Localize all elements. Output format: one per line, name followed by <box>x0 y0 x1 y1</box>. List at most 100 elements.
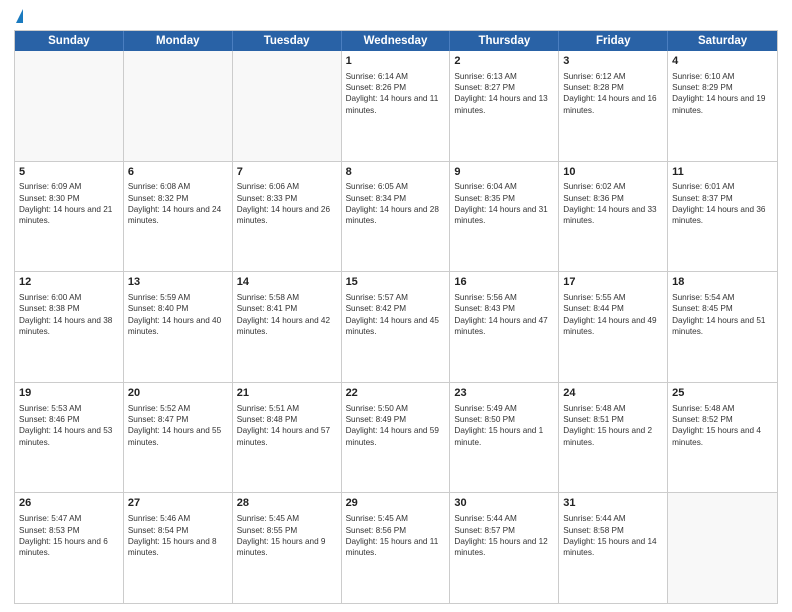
day-info: Sunrise: 5:55 AMSunset: 8:44 PMDaylight:… <box>563 292 663 337</box>
day-number: 12 <box>19 275 119 290</box>
day-number: 29 <box>346 496 446 511</box>
calendar-body: 1 Sunrise: 6:14 AMSunset: 8:26 PMDaylight… <box>15 51 777 603</box>
day-info: Sunrise: 6:02 AMSunset: 8:36 PMDaylight:… <box>563 181 663 226</box>
table-row: 18 Sunrise: 5:54 AMSunset: 8:45 PMDayligh… <box>668 272 777 382</box>
day-info: Sunrise: 6:14 AMSunset: 8:26 PMDaylight:… <box>346 71 446 116</box>
day-number: 1 <box>346 54 446 69</box>
table-row: 15 Sunrise: 5:57 AMSunset: 8:42 PMDayligh… <box>342 272 451 382</box>
table-row: 17 Sunrise: 5:55 AMSunset: 8:44 PMDayligh… <box>559 272 668 382</box>
table-row: 22 Sunrise: 5:50 AMSunset: 8:49 PMDayligh… <box>342 383 451 493</box>
day-number: 21 <box>237 386 337 401</box>
day-info: Sunrise: 5:57 AMSunset: 8:42 PMDaylight:… <box>346 292 446 337</box>
table-row: 23 Sunrise: 5:49 AMSunset: 8:50 PMDayligh… <box>450 383 559 493</box>
table-row: 9Sunrise: 6:04 AMSunset: 8:35 PMDaylight… <box>450 162 559 272</box>
calendar-header: Sunday Monday Tuesday Wednesday Thursday… <box>15 31 777 51</box>
table-row: 8Sunrise: 6:05 AMSunset: 8:34 PMDaylight… <box>342 162 451 272</box>
table-row: 25 Sunrise: 5:48 AMSunset: 8:52 PMDayligh… <box>668 383 777 493</box>
day-info: Sunrise: 5:51 AMSunset: 8:48 PMDaylight:… <box>237 403 337 448</box>
table-row <box>124 51 233 161</box>
table-row: 28 Sunrise: 5:45 AMSunset: 8:55 PMDayligh… <box>233 493 342 603</box>
day-number: 25 <box>672 386 773 401</box>
table-row: 31Sunrise: 5:44 AMSunset: 8:58 PMDayligh… <box>559 493 668 603</box>
calendar: Sunday Monday Tuesday Wednesday Thursday… <box>14 30 778 604</box>
week-row-0: 1 Sunrise: 6:14 AMSunset: 8:26 PMDaylight… <box>15 51 777 162</box>
day-number: 8 <box>346 165 446 180</box>
header <box>14 10 778 22</box>
day-info: Sunrise: 5:56 AMSunset: 8:43 PMDaylight:… <box>454 292 554 337</box>
day-number: 4 <box>672 54 773 69</box>
day-info: Sunrise: 5:45 AMSunset: 8:56 PMDaylight:… <box>346 513 446 558</box>
table-row <box>668 493 777 603</box>
day-info: Sunrise: 5:44 AMSunset: 8:57 PMDaylight:… <box>454 513 554 558</box>
day-number: 3 <box>563 54 663 69</box>
day-number: 7 <box>237 165 337 180</box>
table-row: 11Sunrise: 6:01 AMSunset: 8:37 PMDayligh… <box>668 162 777 272</box>
table-row: 5Sunrise: 6:09 AMSunset: 8:30 PMDaylight… <box>15 162 124 272</box>
day-number: 18 <box>672 275 773 290</box>
table-row: 1 Sunrise: 6:14 AMSunset: 8:26 PMDaylight… <box>342 51 451 161</box>
day-info: Sunrise: 6:09 AMSunset: 8:30 PMDaylight:… <box>19 181 119 226</box>
header-sunday: Sunday <box>15 31 124 51</box>
day-number: 23 <box>454 386 554 401</box>
day-number: 17 <box>563 275 663 290</box>
table-row: 19 Sunrise: 5:53 AMSunset: 8:46 PMDayligh… <box>15 383 124 493</box>
day-info: Sunrise: 6:10 AMSunset: 8:29 PMDaylight:… <box>672 71 773 116</box>
day-number: 6 <box>128 165 228 180</box>
day-number: 24 <box>563 386 663 401</box>
page: Sunday Monday Tuesday Wednesday Thursday… <box>0 0 792 612</box>
day-info: Sunrise: 5:54 AMSunset: 8:45 PMDaylight:… <box>672 292 773 337</box>
day-info: Sunrise: 6:13 AMSunset: 8:27 PMDaylight:… <box>454 71 554 116</box>
day-info: Sunrise: 5:52 AMSunset: 8:47 PMDaylight:… <box>128 403 228 448</box>
table-row <box>233 51 342 161</box>
day-number: 13 <box>128 275 228 290</box>
table-row: 13Sunrise: 5:59 AMSunset: 8:40 PMDayligh… <box>124 272 233 382</box>
day-number: 28 <box>237 496 337 511</box>
day-info: Sunrise: 6:04 AMSunset: 8:35 PMDaylight:… <box>454 181 554 226</box>
day-number: 19 <box>19 386 119 401</box>
table-row: 27 Sunrise: 5:46 AMSunset: 8:54 PMDayligh… <box>124 493 233 603</box>
day-number: 5 <box>19 165 119 180</box>
day-number: 26 <box>19 496 119 511</box>
header-wednesday: Wednesday <box>342 31 451 51</box>
day-info: Sunrise: 5:47 AMSunset: 8:53 PMDaylight:… <box>19 513 119 558</box>
table-row: 6Sunrise: 6:08 AMSunset: 8:32 PMDaylight… <box>124 162 233 272</box>
header-monday: Monday <box>124 31 233 51</box>
table-row <box>15 51 124 161</box>
table-row: 10Sunrise: 6:02 AMSunset: 8:36 PMDayligh… <box>559 162 668 272</box>
day-info: Sunrise: 5:46 AMSunset: 8:54 PMDaylight:… <box>128 513 228 558</box>
table-row: 12 Sunrise: 6:00 AMSunset: 8:38 PMDayligh… <box>15 272 124 382</box>
day-info: Sunrise: 6:00 AMSunset: 8:38 PMDaylight:… <box>19 292 119 337</box>
day-number: 9 <box>454 165 554 180</box>
day-number: 15 <box>346 275 446 290</box>
day-number: 27 <box>128 496 228 511</box>
day-number: 30 <box>454 496 554 511</box>
day-info: Sunrise: 5:50 AMSunset: 8:49 PMDaylight:… <box>346 403 446 448</box>
day-info: Sunrise: 5:49 AMSunset: 8:50 PMDaylight:… <box>454 403 554 448</box>
week-row-3: 19 Sunrise: 5:53 AMSunset: 8:46 PMDayligh… <box>15 383 777 494</box>
week-row-4: 26 Sunrise: 5:47 AMSunset: 8:53 PMDayligh… <box>15 493 777 603</box>
table-row: 30 Sunrise: 5:44 AMSunset: 8:57 PMDayligh… <box>450 493 559 603</box>
table-row: 7Sunrise: 6:06 AMSunset: 8:33 PMDaylight… <box>233 162 342 272</box>
header-thursday: Thursday <box>450 31 559 51</box>
logo-icon <box>16 9 23 23</box>
logo <box>14 10 23 22</box>
table-row: 26 Sunrise: 5:47 AMSunset: 8:53 PMDayligh… <box>15 493 124 603</box>
day-info: Sunrise: 5:45 AMSunset: 8:55 PMDaylight:… <box>237 513 337 558</box>
header-friday: Friday <box>559 31 668 51</box>
day-number: 22 <box>346 386 446 401</box>
day-number: 20 <box>128 386 228 401</box>
day-info: Sunrise: 5:48 AMSunset: 8:52 PMDaylight:… <box>672 403 773 448</box>
day-number: 16 <box>454 275 554 290</box>
table-row: 21 Sunrise: 5:51 AMSunset: 8:48 PMDayligh… <box>233 383 342 493</box>
table-row: 16 Sunrise: 5:56 AMSunset: 8:43 PMDayligh… <box>450 272 559 382</box>
day-info: Sunrise: 6:06 AMSunset: 8:33 PMDaylight:… <box>237 181 337 226</box>
day-info: Sunrise: 5:53 AMSunset: 8:46 PMDaylight:… <box>19 403 119 448</box>
week-row-1: 5Sunrise: 6:09 AMSunset: 8:30 PMDaylight… <box>15 162 777 273</box>
day-info: Sunrise: 6:01 AMSunset: 8:37 PMDaylight:… <box>672 181 773 226</box>
day-number: 31 <box>563 496 663 511</box>
day-number: 11 <box>672 165 773 180</box>
header-tuesday: Tuesday <box>233 31 342 51</box>
day-number: 14 <box>237 275 337 290</box>
table-row: 20 Sunrise: 5:52 AMSunset: 8:47 PMDayligh… <box>124 383 233 493</box>
day-number: 2 <box>454 54 554 69</box>
